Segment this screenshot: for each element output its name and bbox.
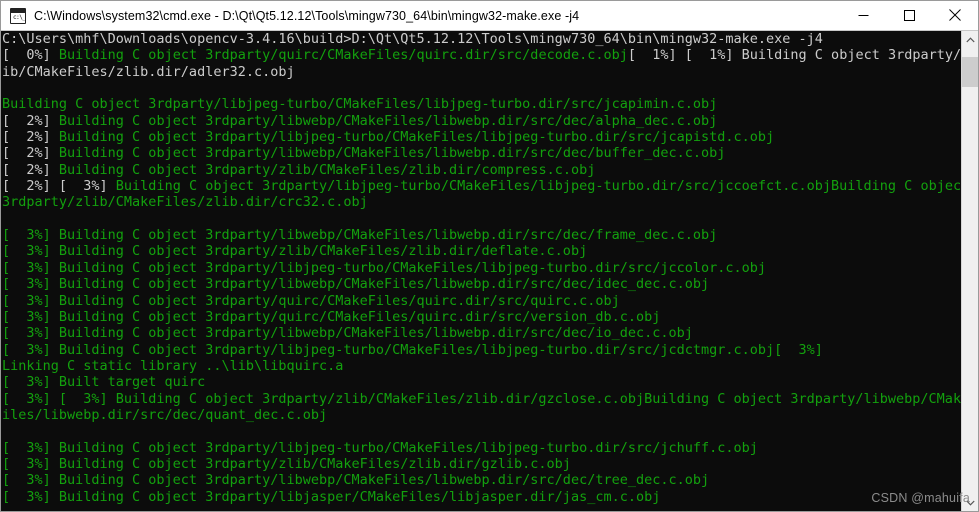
console-line: [ 3%] [ 3%] Building C object 3rdparty/z… — [2, 391, 961, 407]
console-text-run: Building C object 3rdparty/libjpeg-turbo… — [2, 96, 718, 113]
console-text-run: Building C object 3rdparty/libwebp/CMake… — [58, 112, 718, 129]
console-line: [ 3%] Building C object 3rdparty/quirc/C… — [2, 309, 961, 325]
console-text-run: [ 1%] [ 1%] — [627, 47, 742, 64]
console-text-run: Building C object 3rdparty/libjpeg-turbo… — [58, 129, 775, 146]
console-text-run: Building C object 3rdparty/libwebp/CMake… — [58, 145, 726, 162]
console-line: [ 3%] Building C object 3rdparty/libjpeg… — [2, 342, 961, 358]
console-line: [ 0%] Building C object 3rdparty/quirc/C… — [2, 47, 961, 63]
console-text-run: [ 3%] Building C object 3rdparty/zlib/CM… — [2, 243, 588, 260]
console-text-run: [ 3%] Built target quirc — [2, 374, 206, 391]
console-text-run: [ 0%] — [2, 47, 59, 64]
vertical-scrollbar[interactable] — [961, 31, 978, 511]
console-text-run: Building C object 3rdparty/libjpeg-turbo… — [115, 178, 961, 195]
console-text-run: [ 3%] Building C object 3rdparty/libwebp… — [2, 276, 710, 293]
console-text-run: ib/CMakeFiles/zlib.dir/adler32.c.obj — [2, 63, 295, 80]
console-text-run: [ 3%] [ 3%] Building C object 3rdparty/z… — [2, 390, 961, 407]
console-text-run: [ 2%] — [2, 129, 59, 146]
console-text-run: [ 3%] Building C object 3rdparty/libwebp… — [2, 472, 710, 489]
console-line: [ 2%] Building C object 3rdparty/libjpeg… — [2, 129, 961, 145]
console-text-run: C:\Users\mhf\Downloads\opencv-3.4.16\bui… — [2, 31, 823, 47]
console-text-run: [ 3%] Building C object 3rdparty/quirc/C… — [2, 292, 620, 309]
console-text-run: Building C object 3rdparty/zl — [741, 47, 961, 64]
console-line: [ 2%] [ 3%] Building C object 3rdparty/l… — [2, 178, 961, 194]
console-line: [ 3%] Building C object 3rdparty/zlib/CM… — [2, 456, 961, 472]
console-text-run: [ 3%] Building C object 3rdparty/libjpeg… — [2, 259, 767, 276]
console-line: C:\Users\mhf\Downloads\opencv-3.4.16\bui… — [2, 31, 961, 47]
console-line: ib/CMakeFiles/zlib.dir/adler32.c.obj — [2, 64, 961, 80]
console-line: [ 3%] Building C object 3rdparty/libwebp… — [2, 325, 961, 341]
console-text-run: iles/libwebp.dir/src/dec/quant_dec.c.obj — [2, 406, 328, 423]
console-line: 3rdparty/zlib/CMakeFiles/zlib.dir/crc32.… — [2, 194, 961, 210]
console-line: Linking C static library ..\lib\libquirc… — [2, 358, 961, 374]
console-line: [ 3%] Building C object 3rdparty/zlib/CM… — [2, 243, 961, 259]
console-text-run: 3rdparty/zlib/CMakeFiles/zlib.dir/crc32.… — [2, 194, 368, 211]
console-text-run: [ 2%] [ 3%] — [2, 178, 116, 195]
console-line: [ 3%] Building C object 3rdparty/quirc/C… — [2, 293, 961, 309]
maximize-button[interactable] — [886, 1, 932, 30]
console-text-run: [ 3%] Building C object 3rdparty/libjpeg… — [2, 341, 823, 358]
console-output[interactable]: C:\Users\mhf\Downloads\opencv-3.4.16\bui… — [1, 31, 961, 511]
console-line: iles/libwebp.dir/src/dec/quant_dec.c.obj — [2, 407, 961, 423]
console-line: [ 3%] Building C object 3rdparty/libjasp… — [2, 489, 961, 505]
console-text-run: Building C object 3rdparty/quirc/CMakeFi… — [58, 47, 628, 64]
console-text-run: [ 2%] — [2, 161, 59, 178]
window-title: C:\Windows\system32\cmd.exe - D:\Qt\Qt5.… — [34, 8, 580, 23]
console-line: [ 2%] Building C object 3rdparty/zlib/CM… — [2, 162, 961, 178]
minimize-button[interactable] — [840, 1, 886, 30]
scrollbar-down-button[interactable] — [962, 494, 978, 511]
console-line: [ 3%] Built target quirc — [2, 374, 961, 390]
console-line: [ 3%] Building C object 3rdparty/libwebp… — [2, 276, 961, 292]
console-text-run: [ 2%] — [2, 112, 59, 129]
console-text-run: Linking C static library ..\lib\libquirc… — [2, 357, 344, 374]
console-line: [ 2%] Building C object 3rdparty/libwebp… — [2, 145, 961, 161]
console-text-run: [ 3%] Building C object 3rdparty/libjpeg… — [2, 439, 758, 456]
console-line: [ 2%] Building C object 3rdparty/libwebp… — [2, 113, 961, 129]
console-line: [ 3%] Building C object 3rdparty/libwebp… — [2, 472, 961, 488]
console-line: [ 3%] Building C object 3rdparty/libwebp… — [2, 227, 961, 243]
close-button[interactable] — [932, 1, 978, 30]
console-line: [ 3%] Building C object 3rdparty/libjpeg… — [2, 440, 961, 456]
scrollbar-track[interactable] — [962, 48, 978, 494]
console-text-run: [ 3%] Building C object 3rdparty/libjasp… — [2, 488, 661, 505]
console-text-run: [ 3%] Building C object 3rdparty/libwebp… — [2, 325, 693, 342]
scrollbar-up-button[interactable] — [962, 31, 978, 48]
console-text-run: [ 3%] Building C object 3rdparty/quirc/C… — [2, 308, 661, 325]
title-bar[interactable]: c:\_ C:\Windows\system32\cmd.exe - D:\Qt… — [1, 1, 978, 31]
console-area: C:\Users\mhf\Downloads\opencv-3.4.16\bui… — [1, 31, 978, 511]
console-text-run: [ 2%] — [2, 145, 59, 162]
console-text-run: [ 3%] Building C object 3rdparty/libwebp… — [2, 227, 718, 244]
scrollbar-thumb[interactable] — [962, 56, 978, 87]
cmd-window: c:\_ C:\Windows\system32\cmd.exe - D:\Qt… — [0, 0, 979, 512]
console-text-run: [ 3%] Building C object 3rdparty/zlib/CM… — [2, 455, 571, 472]
console-text-run: Building C object 3rdparty/zlib/CMakeFil… — [58, 161, 596, 178]
console-line: Building C object 3rdparty/libjpeg-turbo… — [2, 96, 961, 112]
console-line: [ 3%] Building C object 3rdparty/libjpeg… — [2, 260, 961, 276]
cmd-console-icon: c:\_ — [10, 7, 26, 24]
caption-buttons — [840, 1, 978, 31]
